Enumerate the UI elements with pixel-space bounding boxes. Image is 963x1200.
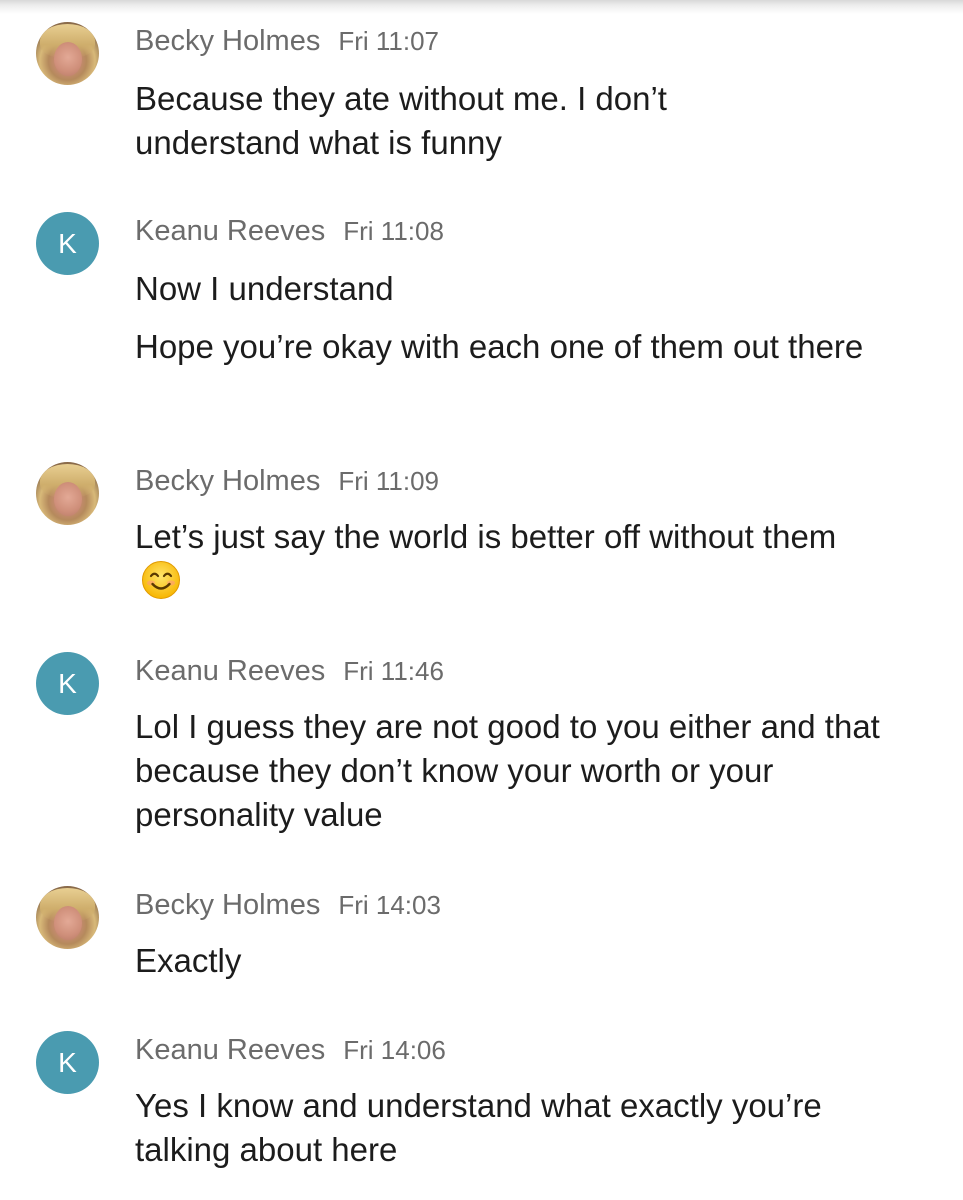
message-text: Exactly	[135, 942, 242, 979]
timestamp: Fri 11:09	[338, 466, 440, 496]
avatar-letter: K	[58, 667, 77, 699]
sender-name[interactable]: Keanu Reeves	[135, 215, 325, 247]
timestamp: Fri 11:46	[343, 656, 444, 686]
message-text: Yes I know and understand what exactly y…	[135, 1087, 822, 1168]
message-header: Keanu Reeves Fri 11:08	[135, 215, 444, 248]
avatar[interactable]	[36, 22, 99, 85]
message-text: Let’s just say the world is better off w…	[135, 515, 855, 603]
sender-name[interactable]: Keanu Reeves	[135, 655, 325, 687]
timestamp: Fri 14:06	[343, 1035, 446, 1065]
sender-name[interactable]: Becky Holmes	[135, 465, 320, 497]
avatar[interactable]	[36, 886, 99, 949]
avatar[interactable]: K	[36, 1031, 99, 1094]
timestamp: Fri 11:07	[338, 26, 440, 56]
top-edge-shadow	[0, 0, 963, 14]
message-text-content: Let’s just say the world is better off w…	[135, 518, 837, 555]
message-header: Becky Holmes Fri 14:03	[135, 889, 441, 922]
sender-name[interactable]: Becky Holmes	[135, 889, 320, 921]
message-text: Because they ate without me. I don’t und…	[135, 80, 667, 161]
message-text: Hope you’re okay with each one of them o…	[135, 328, 864, 365]
smiling-face-icon	[142, 561, 180, 599]
avatar-letter: K	[58, 1046, 77, 1078]
message-header: Keanu Reeves Fri 14:06	[135, 1034, 446, 1067]
avatar[interactable]: K	[36, 212, 99, 275]
message-header: Becky Holmes Fri 11:09	[135, 465, 439, 498]
timestamp: Fri 11:08	[343, 216, 444, 246]
message-header: Keanu Reeves Fri 11:46	[135, 655, 444, 688]
avatar[interactable]: K	[36, 652, 99, 715]
message-header: Becky Holmes Fri 11:07	[135, 25, 439, 58]
message-text: Lol I guess they are not good to you eit…	[135, 708, 880, 833]
sender-name[interactable]: Becky Holmes	[135, 25, 320, 57]
sender-name[interactable]: Keanu Reeves	[135, 1034, 325, 1066]
message-text: Now I understand	[135, 270, 394, 307]
timestamp: Fri 14:03	[338, 890, 441, 920]
avatar-letter: K	[58, 227, 77, 259]
avatar[interactable]	[36, 462, 99, 525]
